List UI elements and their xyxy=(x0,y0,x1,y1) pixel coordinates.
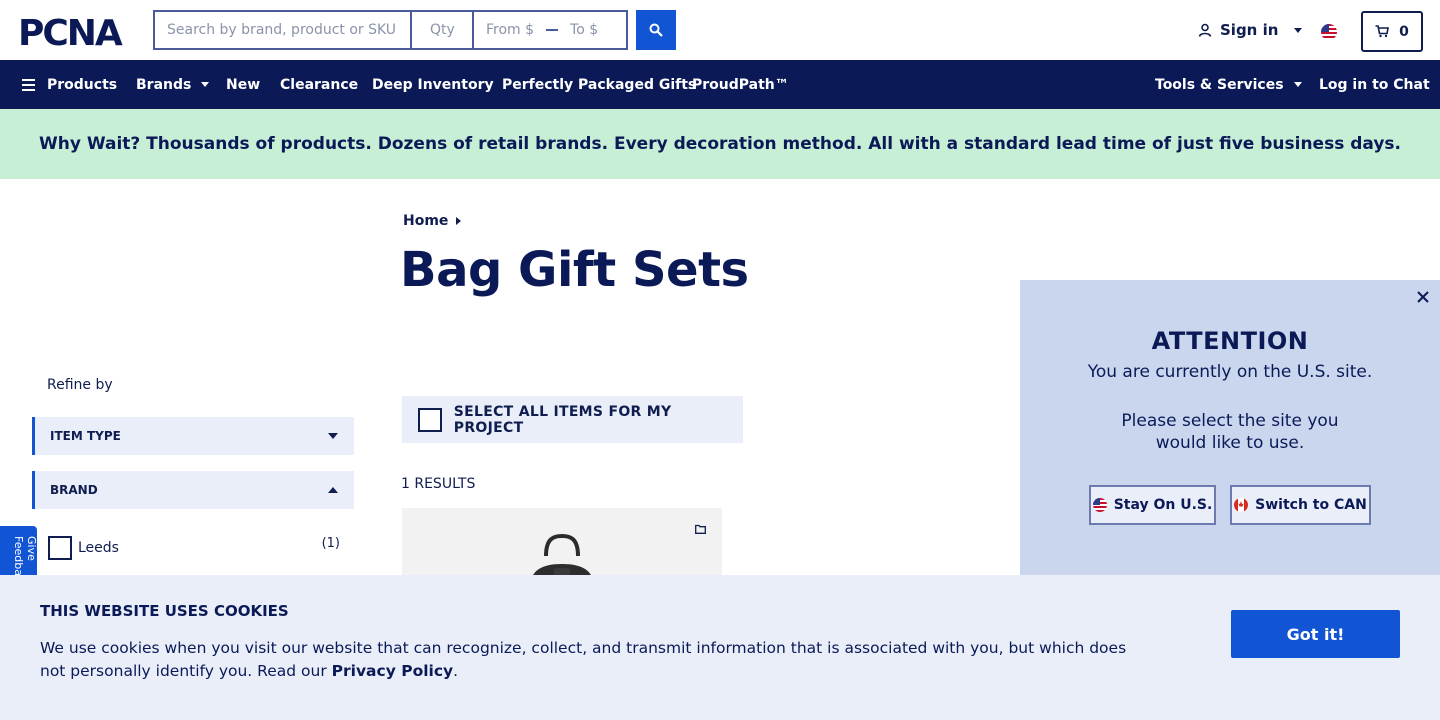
cookie-title: THIS WEBSITE USES COOKIES xyxy=(40,602,289,620)
search-button[interactable] xyxy=(636,10,676,50)
select-all-label: SELECT ALL ITEMS FOR MY PROJECT xyxy=(453,403,672,436)
site-header: PCNA Search by brand, product or SKU Qty… xyxy=(0,0,1440,60)
cart-button[interactable]: 0 xyxy=(1361,11,1423,52)
attention-instruction-1: Please select the site you xyxy=(1121,411,1339,431)
cookie-text: We use cookies when you visit our websit… xyxy=(40,639,1127,680)
menu-icon xyxy=(22,78,35,91)
canada-flag-icon xyxy=(1234,498,1249,512)
nav-item-brands[interactable]: Brands xyxy=(136,60,210,109)
chat-login-link[interactable]: Log in to Chat xyxy=(1319,60,1430,109)
nav-label-brands: Brands xyxy=(136,76,192,93)
facet-option-label: Leeds xyxy=(78,540,119,556)
stay-on-us-label: Stay On U.S. xyxy=(1113,497,1213,513)
caret-down-icon xyxy=(328,433,338,439)
attention-instruction-2: would like to use. xyxy=(1155,433,1305,453)
us-flag-icon[interactable] xyxy=(1321,24,1337,40)
main-nav: Products Brands New Clearance Deep Inven… xyxy=(0,60,1440,109)
close-icon[interactable] xyxy=(1416,290,1430,304)
price-to-input[interactable]: To $ xyxy=(570,22,598,38)
page-title: Bag Gift Sets xyxy=(400,242,749,298)
chevron-down-icon xyxy=(1294,27,1303,33)
switch-to-can-label: Switch to CAN xyxy=(1255,497,1367,513)
facet-label: ITEM TYPE xyxy=(50,429,121,443)
chevron-right-icon xyxy=(456,217,462,225)
cookie-text-end: . xyxy=(453,662,459,680)
chevron-down-icon xyxy=(1293,82,1302,87)
sign-in-label: Sign in xyxy=(1220,21,1279,39)
facet-option-count: (1) xyxy=(321,536,340,551)
search-input[interactable]: Search by brand, product or SKU xyxy=(155,12,412,48)
search-bar: Search by brand, product or SKU Qty From… xyxy=(153,10,628,50)
select-all-checkbox[interactable] xyxy=(418,407,442,432)
breadcrumb-home[interactable]: Home xyxy=(403,213,448,229)
nav-item-new[interactable]: New xyxy=(226,60,260,109)
nav-item-clearance[interactable]: Clearance xyxy=(280,60,358,109)
search-icon xyxy=(649,23,663,37)
price-range-dash xyxy=(546,29,559,31)
facet-brand[interactable]: BRAND xyxy=(32,471,354,509)
accept-cookies-button[interactable]: Got it! xyxy=(1231,610,1400,658)
nav-label-clearance: Clearance xyxy=(280,76,359,93)
cookie-banner: THIS WEBSITE USES COOKIES We use cookies… xyxy=(0,575,1440,720)
nav-item-proudpath[interactable]: ProudPath™ xyxy=(692,60,789,109)
breadcrumb: Home xyxy=(403,213,462,229)
promo-text: Why Wait? Thousands of products. Dozens … xyxy=(38,134,1402,154)
nav-item-products[interactable]: Products xyxy=(22,60,117,109)
nav-label-tools-services: Tools & Services xyxy=(1155,76,1284,93)
qty-input[interactable]: Qty xyxy=(412,12,474,48)
us-flag-icon xyxy=(1092,498,1107,512)
svg-text:PCNA: PCNA xyxy=(18,14,123,50)
user-icon xyxy=(1198,23,1212,37)
facet-item-type[interactable]: ITEM TYPE xyxy=(32,417,354,455)
chevron-down-icon xyxy=(201,82,210,87)
cart-count: 0 xyxy=(1399,23,1409,40)
nav-label-deep-inventory: Deep Inventory xyxy=(372,76,494,93)
nav-label-new: New xyxy=(226,76,261,93)
attention-message: You are currently on the U.S. site. xyxy=(1087,362,1373,382)
nav-label-gifts: Perfectly Packaged Gifts xyxy=(502,76,697,93)
price-from-input[interactable]: From $ xyxy=(486,22,534,38)
results-count: 1 RESULTS xyxy=(401,476,476,492)
stay-on-us-button[interactable]: Stay On U.S. xyxy=(1089,485,1216,525)
caret-up-icon xyxy=(328,487,338,493)
pcna-logo[interactable]: PCNA xyxy=(18,14,138,50)
nav-label-proudpath: ProudPath™ xyxy=(692,76,789,93)
promo-banner: Why Wait? Thousands of products. Dozens … xyxy=(0,109,1440,179)
chat-login-label: Log in to Chat xyxy=(1319,76,1430,93)
privacy-policy-link[interactable]: Privacy Policy xyxy=(332,662,454,680)
cookie-message: We use cookies when you visit our websit… xyxy=(40,637,1140,683)
switch-to-can-button[interactable]: Switch to CAN xyxy=(1230,485,1371,525)
nav-item-tools-services[interactable]: Tools & Services xyxy=(1155,60,1302,109)
nav-label-products: Products xyxy=(47,76,118,93)
refine-label: Refine by xyxy=(47,377,113,393)
region-selector-modal: ATTENTION You are currently on the U.S. … xyxy=(1020,280,1440,580)
facet-checkbox[interactable] xyxy=(48,536,72,560)
select-all-bar[interactable]: SELECT ALL ITEMS FOR MY PROJECT xyxy=(402,396,743,443)
facet-option-leeds[interactable]: Leeds (1) xyxy=(48,536,340,560)
price-range-input[interactable]: From $ To $ xyxy=(474,12,626,48)
cart-icon xyxy=(1375,25,1390,38)
nav-item-gifts[interactable]: Perfectly Packaged Gifts xyxy=(502,60,696,109)
folder-icon[interactable] xyxy=(695,524,706,534)
nav-item-deep-inventory[interactable]: Deep Inventory xyxy=(372,60,494,109)
attention-title: ATTENTION xyxy=(1151,327,1309,355)
facet-label: BRAND xyxy=(50,483,98,497)
sign-in-menu[interactable]: Sign in xyxy=(1198,21,1303,39)
